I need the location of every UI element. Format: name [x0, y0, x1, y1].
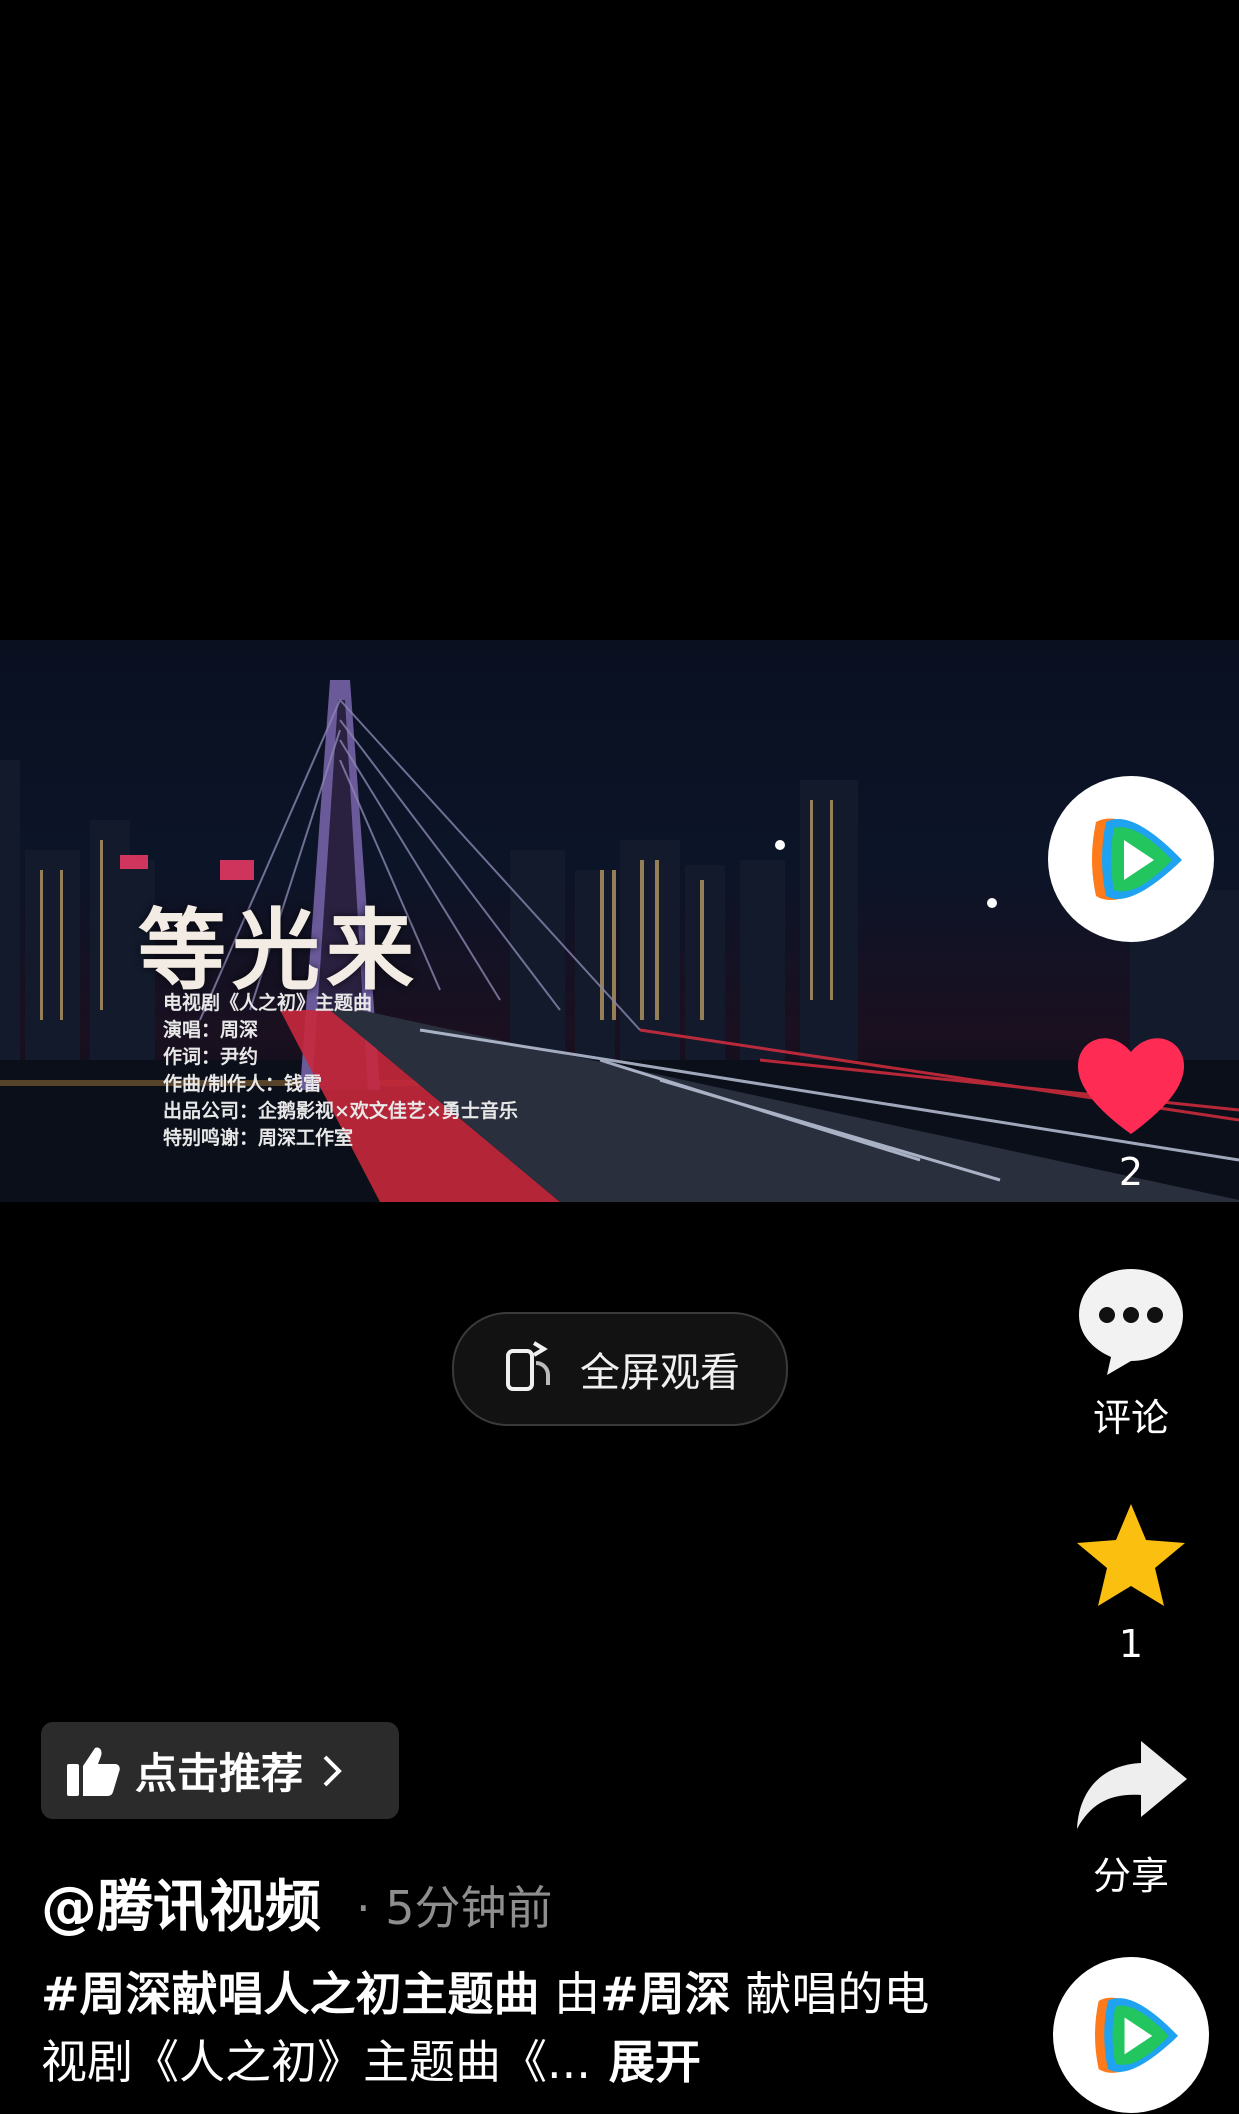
hashtag-link[interactable]: #周深 — [600, 1967, 731, 2021]
like-count: 2 — [1118, 1150, 1144, 1194]
credit-line: 特别鸣谢：周深工作室 — [163, 1127, 354, 1149]
expand-button[interactable]: 展开 — [609, 2035, 701, 2089]
post-time: · 5分钟前 — [356, 1881, 553, 1935]
credit-line: 作词：尹约 — [163, 1046, 259, 1068]
share-label: 分享 — [1092, 1854, 1169, 1898]
favorite-count: 1 — [1118, 1622, 1144, 1666]
desc-text: 由 — [539, 1967, 601, 2021]
author-avatar[interactable] — [1048, 776, 1214, 942]
star-icon — [1077, 1504, 1185, 1606]
recommend-label: 点击推荐 — [135, 1749, 304, 1798]
tencent-video-logo-icon — [1095, 1997, 1179, 2073]
comment-label: 评论 — [1092, 1396, 1169, 1440]
comment-bubble-icon — [1079, 1269, 1183, 1375]
video-title: 等光来 — [138, 898, 421, 1002]
chevron-right-icon — [323, 1755, 342, 1786]
comment-button[interactable]: 评论 — [1048, 1265, 1214, 1442]
like-button[interactable]: 2 — [1048, 1030, 1214, 1194]
recommend-button[interactable]: 点击推荐 — [41, 1722, 399, 1819]
credit-line: 作曲/制作人：钱雷 — [163, 1073, 322, 1095]
fullscreen-label: 全屏观看 — [580, 1350, 740, 1396]
favorite-button[interactable]: 1 — [1048, 1500, 1214, 1666]
credit-line: 演唱：周深 — [163, 1019, 259, 1041]
music-disc-avatar[interactable] — [1053, 1957, 1209, 2113]
credit-line: 电视剧《人之初》主题曲 — [163, 992, 373, 1014]
credit-line: 出品公司：企鹅影视×欢文佳艺×勇士音乐 — [163, 1100, 518, 1122]
fullscreen-button[interactable]: 全屏观看 — [452, 1312, 788, 1426]
hashtag-link[interactable]: #周深献唱人之初主题曲 — [41, 1967, 540, 2021]
author-name[interactable]: @腾讯视频 — [41, 1862, 321, 1943]
video-credits: 电视剧《人之初》主题曲 演唱：周深 作词：尹约 作曲/制作人：钱雷 出品公司：企… — [163, 990, 518, 1152]
heart-icon — [1077, 1038, 1185, 1134]
post-description: #周深献唱人之初主题曲 由#周深 献唱的电视剧《人之初》主题曲《... 展开 — [41, 1960, 941, 2096]
thumbs-up-icon — [67, 1746, 120, 1796]
rotate-screen-icon — [500, 1337, 560, 1401]
share-arrow-icon — [1077, 1741, 1187, 1829]
tencent-video-logo-icon — [1092, 818, 1182, 900]
share-button[interactable]: 分享 — [1048, 1735, 1214, 1900]
